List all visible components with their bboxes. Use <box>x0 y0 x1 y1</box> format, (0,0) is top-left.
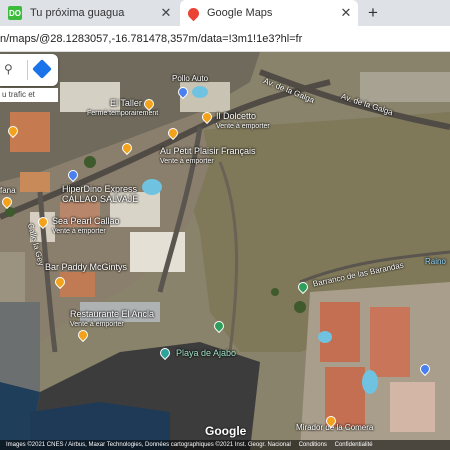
privacy-link[interactable]: Confidentialité <box>335 442 373 448</box>
map-label-hiperdino-1: HiperDino Express <box>62 184 138 194</box>
new-tab-button[interactable]: + <box>362 2 384 24</box>
search-panel: ⚲ <box>0 54 58 86</box>
map-label-pollo-auto: Pollo Auto <box>172 74 209 83</box>
tab-title: Tu próxima guagua <box>30 7 125 19</box>
map-label-restaurante: Restaurante El Ancla <box>70 309 155 319</box>
satellite-map[interactable]: El Taller Fermé temporairement Pollo Aut… <box>0 52 450 450</box>
tab-tu-proxima-guagua[interactable]: DO Tu próxima guagua ✕ <box>0 0 178 26</box>
map-label-sea-pearl-sub: Vente à emporter <box>52 228 106 235</box>
traffic-hint: u trafic et <box>0 88 58 102</box>
tab-google-maps[interactable]: Google Maps ✕ <box>180 0 358 26</box>
address-bar[interactable]: n/maps/@28.1283057,-16.781478,357m/data=… <box>0 26 450 52</box>
tab-title: Google Maps <box>207 7 273 19</box>
green-app-icon: DO <box>8 6 22 20</box>
map-label-il-dolcetto: Il Dolcetto <box>216 111 257 121</box>
map-label-raino: Raino <box>425 257 446 266</box>
map-label-playa: Playa de Ajabo <box>176 348 237 358</box>
terms-link[interactable]: Conditions <box>299 442 327 448</box>
map-label-el-taller: El Taller <box>110 98 142 108</box>
search-divider <box>27 60 28 80</box>
google-logo: Google <box>205 424 247 438</box>
map-label-fana: fana <box>0 186 16 195</box>
search-icon[interactable]: ⚲ <box>4 62 13 76</box>
map-label-restaurante-sub: Vente à emporter <box>70 321 124 328</box>
tab-bar: DO Tu próxima guagua ✕ Google Maps ✕ + <box>0 0 450 26</box>
imagery-attribution: Images ©2021 CNES / Airbus, Maxar Techno… <box>6 442 291 448</box>
directions-icon[interactable] <box>32 59 52 79</box>
map-label-hiperdino-2: CALLAO SALVAJE <box>62 194 139 204</box>
map-label-au-petit-sub: Vente à emporter <box>160 158 214 165</box>
map-label-il-dolcetto-sub: Vente à emporter <box>216 123 270 130</box>
close-icon[interactable]: ✕ <box>158 5 174 21</box>
close-icon[interactable]: ✕ <box>338 5 354 21</box>
map-label-au-petit: Au Petit Plaisir Français <box>160 146 256 156</box>
map-footer: Images ©2021 CNES / Airbus, Maxar Techno… <box>0 440 450 450</box>
map-label-bar-paddy: Bar Paddy McGintys <box>45 262 128 272</box>
google-maps-icon <box>185 5 202 21</box>
map-label-sea-pearl: Sea Pearl Callao <box>52 216 120 226</box>
